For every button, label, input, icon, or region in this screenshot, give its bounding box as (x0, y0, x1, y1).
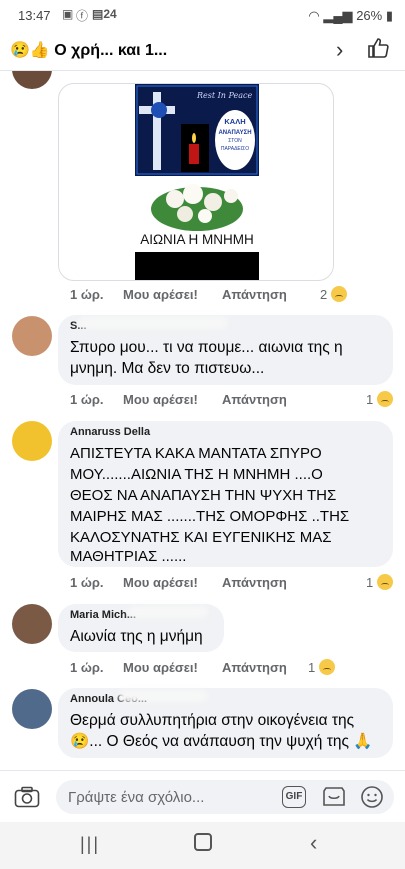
emoji-icon[interactable] (360, 785, 384, 809)
recent-apps-icon[interactable]: ||| (80, 834, 100, 855)
back-icon[interactable]: ‹ (310, 830, 317, 856)
badge-line-1: ΚΑΛΗ (224, 117, 245, 126)
comment-bubble[interactable]: Maria Mich... Αιωνία της η μνήμη (58, 604, 224, 652)
comment-input[interactable]: Γράψτε ένα σχόλιο... GIF (56, 780, 394, 814)
sad-reaction-icon (330, 286, 347, 302)
post-header: 😢👍 Ο χρή... και 1... › (0, 30, 405, 71)
camera-icon[interactable] (14, 786, 40, 808)
comment-text-line: μνημη. Μα δεν το πιστευω... (70, 360, 265, 377)
comment-actions: 1 ώρ. Μου αρέσει! Απάντηση (0, 575, 405, 593)
like-button[interactable]: Μου αρέσει! (123, 660, 198, 675)
status-right: ◠ ▂▄▆ 26% ▮ (308, 8, 393, 24)
status-bar: 13:47 ▣ ⓕ ▤24 ◠ ▂▄▆ 26% ▮ (0, 0, 405, 30)
like-button[interactable]: Μου αρέσει! (123, 287, 198, 302)
reply-button[interactable]: Απάντηση (222, 287, 287, 302)
name-blur (78, 317, 228, 329)
sticker-icon[interactable] (322, 786, 346, 808)
reaction-count[interactable]: 1 (366, 391, 393, 407)
chevron-right-icon[interactable]: › (336, 37, 343, 63)
name-blur (128, 606, 208, 618)
gallery-icon: ▣ (62, 7, 74, 21)
reply-button[interactable]: Απάντηση (222, 575, 287, 590)
signal-icon: ▂▄▆ (323, 8, 353, 23)
badge-line-2: ΑΝΑΠΑΥΣΗ (218, 130, 251, 136)
sad-reaction-icon (318, 659, 335, 675)
facebook-icon: ⓕ (76, 9, 89, 23)
post-title[interactable]: 😢👍 Ο χρή... και 1... (10, 40, 330, 60)
comment-bubble[interactable]: S... Σπυρο μου... τι να πουμε... αιωνια … (58, 315, 393, 385)
comment-time: 1 ώρ. (70, 660, 104, 675)
like-button[interactable]: Μου αρέσει! (123, 575, 198, 590)
comment-text-line: Θερμά συλλυπητήρια στην οικογένεια της (70, 712, 355, 729)
avatar[interactable] (12, 604, 52, 644)
rest-in-peace-image[interactable]: Rest In Peace ΚΑΛΗ ΑΝΑΠΑΥΣΗ ΣΤΟΝ ΠΑΡΑΔΕΙ… (135, 84, 259, 280)
battery-level: 26% (356, 8, 383, 23)
comment-actions: 1 ώρ. Μου αρέσει! Απάντηση (0, 660, 405, 678)
comment-text-line: ΜΟΥ.......ΑΙΩΝΙΑ ΤΗΣ Η ΜΝΗΜΗ ....Ο (70, 466, 323, 483)
reaction-number: 1 (366, 575, 374, 590)
home-icon[interactable] (194, 833, 212, 851)
comment-input-placeholder: Γράψτε ένα σχόλιο... (68, 789, 205, 806)
avatar[interactable] (12, 689, 52, 729)
comment-actions: 1 ώρ. Μου αρέσει! Απάντηση (0, 392, 405, 410)
sun-avatar[interactable] (12, 421, 52, 461)
comment-time: 1 ώρ. (70, 392, 104, 407)
comment-bubble[interactable]: Annaruss Della ΑΠΙΣΤΕΥΤΑ ΚΑΚΑ ΜΑΝΤΑΤΑ ΣΠ… (58, 421, 393, 567)
comment-time: 1 ώρ. (70, 575, 104, 590)
comment-text-line: Αιωνία της η μνήμη (70, 628, 203, 645)
badge-line-4: ΠΑΡΑΔΕΙΣΟ (221, 146, 249, 152)
battery-icon: ▮ (385, 8, 393, 23)
comment-text-line: ΘΕΟΣ ΝΑ ΑΝΑΠΑΥΣΗ ΤΗΝ ΨΥΧΗ ΤΗΣ (70, 487, 337, 504)
wifi-icon: ◠ (308, 8, 320, 23)
comment-image-card[interactable]: Rest In Peace ΚΑΛΗ ΑΝΑΠΑΥΣΗ ΣΤΟΝ ΠΑΡΑΔΕΙ… (58, 83, 334, 281)
reaction-number: 1 (308, 660, 316, 675)
comment-text-line: Σπυρο μου... τι να πουμε... αιωνια της η (70, 339, 343, 356)
comment-bubble[interactable]: Annoula Ceo... Θερμά συλλυπητήρια στην ο… (58, 688, 393, 758)
avatar[interactable] (12, 71, 52, 89)
name-blur (118, 690, 208, 702)
rip-text: Rest In Peace (196, 91, 252, 100)
badge-line-3: ΣΤΟΝ (228, 138, 242, 144)
reaction-number: 2 (320, 287, 328, 302)
reaction-count[interactable]: 1 (366, 574, 393, 590)
comment-composer: Γράψτε ένα σχόλιο... GIF (0, 770, 405, 823)
reaction-number: 1 (366, 392, 374, 407)
news-icon: ▤24 (92, 7, 117, 21)
sad-reaction-icon (376, 574, 393, 590)
reaction-count[interactable]: 2 (320, 286, 347, 302)
commenter-name[interactable]: Annaruss Della (70, 426, 150, 438)
gif-button[interactable]: GIF (282, 786, 306, 808)
reaction-count[interactable]: 1 (308, 659, 335, 675)
like-icon[interactable] (366, 36, 390, 60)
commenter-name[interactable]: Maria Mich... (70, 609, 136, 621)
image-caption: ΑΙΩΝΙΑ Η ΜΝΗΜΗ (140, 232, 254, 247)
comment-text-line: ΜΑΙΡΗΣ ΜΑΣ .......ΤΗΣ ΟΜΟΡΦΗΣ ..ΤΗΣ (70, 508, 350, 525)
sad-reaction-icon (376, 391, 393, 407)
system-nav-bar: ||| ‹ (0, 822, 405, 869)
status-time: 13:47 (18, 8, 51, 23)
comment-time: 1 ώρ. (70, 287, 104, 302)
comment-text-line: 😢... Ο Θεός να ανάπαυση την ψυχή της 🙏 (70, 733, 373, 750)
post-title-text: 😢👍 Ο χρή... και 1... (10, 42, 168, 59)
comment-text-line: ΜΑΘΗΤΡΙΑΣ ...... (70, 548, 187, 565)
reply-button[interactable]: Απάντηση (222, 392, 287, 407)
comment-text-line: ΑΠΙΣΤΕΥΤΑ ΚΑΚΑ ΜΑΝΤΑΤΑ ΣΠΥΡΟ (70, 445, 322, 462)
reply-button[interactable]: Απάντηση (222, 660, 287, 675)
comments-feed[interactable]: Rest In Peace ΚΑΛΗ ΑΝΑΠΑΥΣΗ ΣΤΟΝ ΠΑΡΑΔΕΙ… (0, 71, 405, 769)
avatar[interactable] (12, 316, 52, 356)
like-button[interactable]: Μου αρέσει! (123, 392, 198, 407)
